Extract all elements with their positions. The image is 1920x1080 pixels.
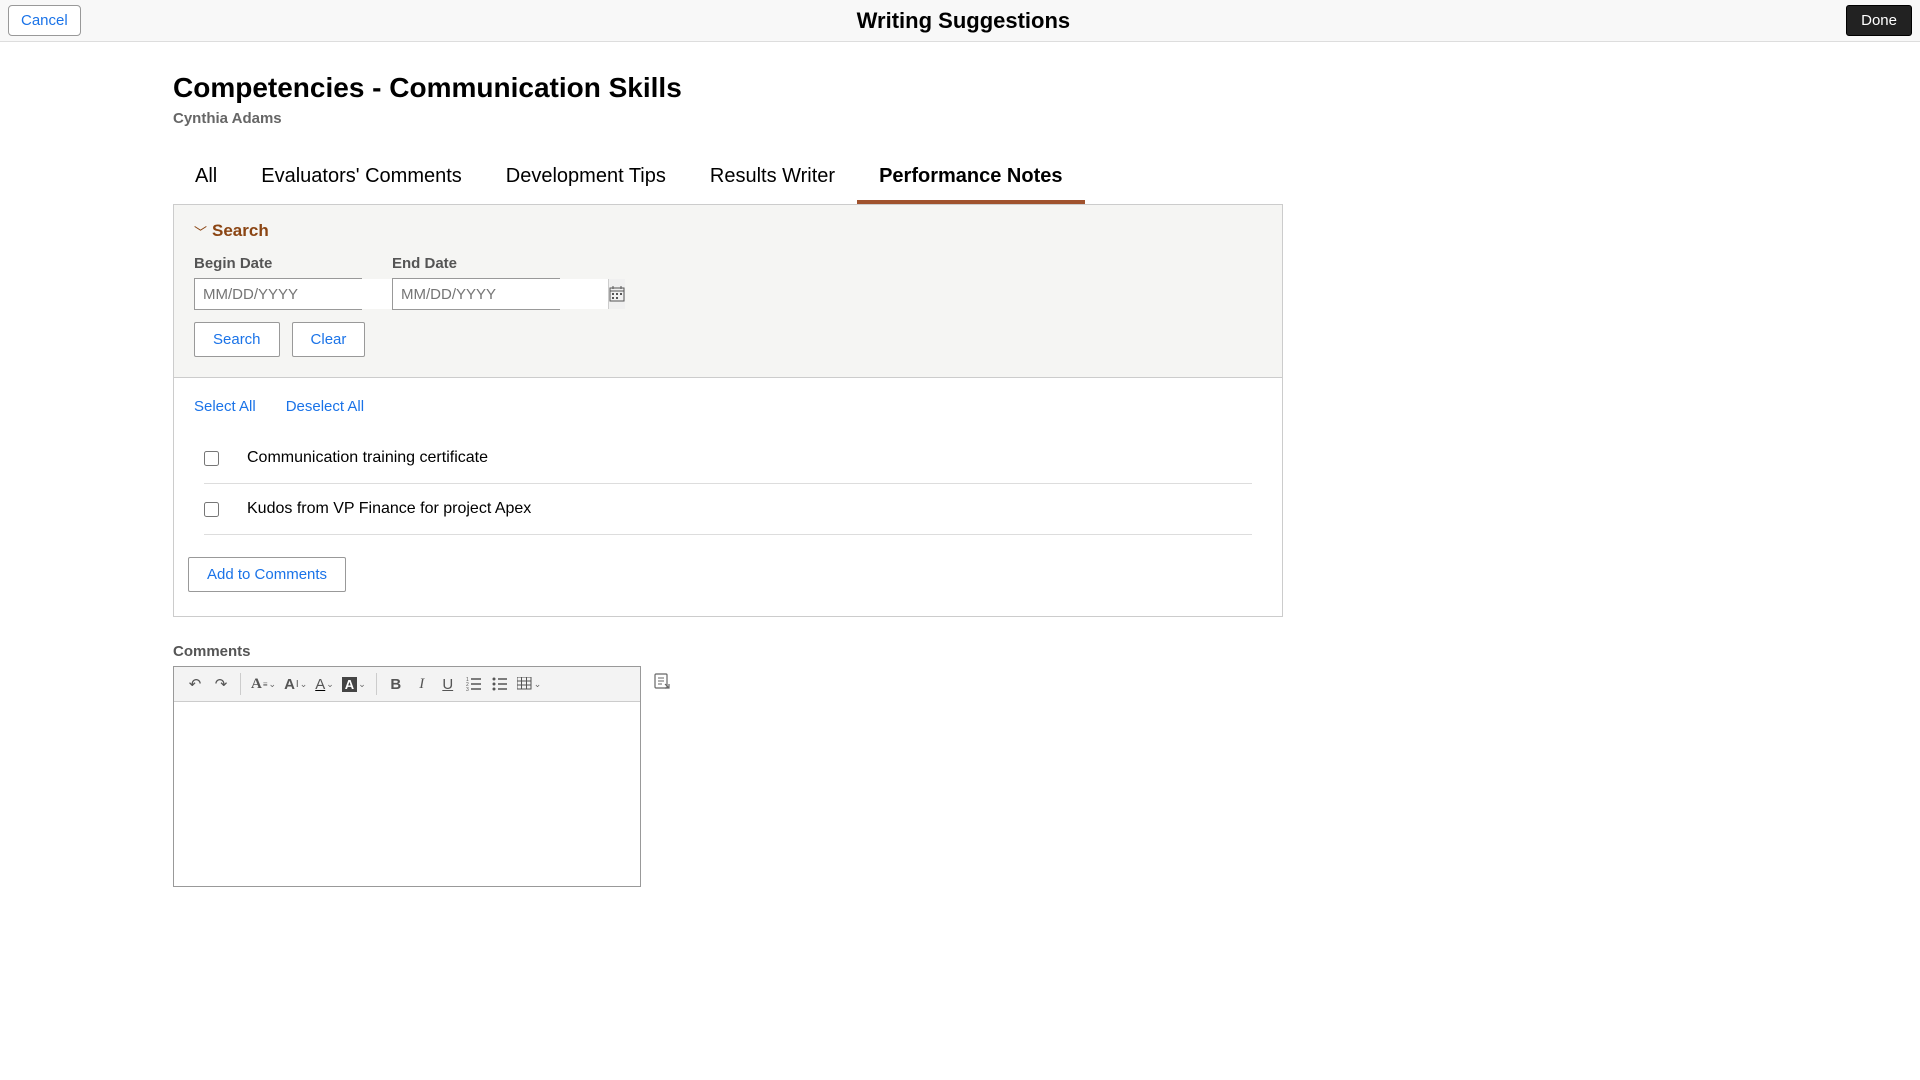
list-item: Communication training certificate bbox=[204, 433, 1252, 484]
deselect-all-link[interactable]: Deselect All bbox=[286, 398, 364, 415]
tab-results-writer[interactable]: Results Writer bbox=[688, 153, 857, 204]
tab-all[interactable]: All bbox=[173, 153, 239, 204]
expand-editor-icon[interactable] bbox=[653, 672, 671, 695]
rich-text-editor: ↶ ↷ A≡ ⌄ AI ⌄ A ⌄ A ⌄ B I U bbox=[173, 666, 641, 887]
toolbar-separator bbox=[376, 673, 377, 695]
font-color-dropdown[interactable]: A ⌄ bbox=[313, 671, 336, 697]
begin-date-label: Begin Date bbox=[194, 255, 362, 272]
performance-notes-panel: ﹀ Search Begin Date End Date bbox=[173, 204, 1283, 617]
tabs-bar: All Evaluators' Comments Development Tip… bbox=[173, 153, 1453, 204]
page-subtitle: Cynthia Adams bbox=[173, 110, 1453, 127]
table-dropdown[interactable]: ⌄ bbox=[515, 671, 544, 697]
undo-icon[interactable]: ↶ bbox=[184, 671, 206, 697]
search-toggle[interactable]: ﹀ Search bbox=[194, 221, 1262, 241]
end-date-input[interactable] bbox=[393, 279, 608, 309]
cancel-button[interactable]: Cancel bbox=[8, 5, 81, 36]
item-text: Kudos from VP Finance for project Apex bbox=[247, 500, 531, 518]
underline-icon[interactable]: U bbox=[437, 671, 459, 697]
done-button[interactable]: Done bbox=[1846, 5, 1912, 36]
clear-button[interactable]: Clear bbox=[292, 322, 366, 357]
bold-icon[interactable]: B bbox=[385, 671, 407, 697]
calendar-icon bbox=[609, 286, 625, 302]
item-checkbox[interactable] bbox=[204, 502, 219, 517]
page-title: Competencies - Communication Skills bbox=[173, 72, 1453, 104]
select-all-link[interactable]: Select All bbox=[194, 398, 256, 415]
numbered-list-icon[interactable]: 123 bbox=[463, 671, 485, 697]
modal-title: Writing Suggestions bbox=[857, 8, 1070, 34]
redo-icon[interactable]: ↷ bbox=[210, 671, 232, 697]
tab-performance-notes[interactable]: Performance Notes bbox=[857, 153, 1084, 204]
comments-section: Comments ↶ ↷ A≡ ⌄ AI ⌄ A ⌄ A ⌄ bbox=[173, 643, 1283, 887]
editor-toolbar: ↶ ↷ A≡ ⌄ AI ⌄ A ⌄ A ⌄ B I U bbox=[174, 667, 640, 702]
tab-evaluators-comments[interactable]: Evaluators' Comments bbox=[239, 153, 484, 204]
tab-development-tips[interactable]: Development Tips bbox=[484, 153, 688, 204]
add-to-comments-button[interactable]: Add to Comments bbox=[188, 557, 346, 592]
font-family-dropdown[interactable]: A≡ ⌄ bbox=[249, 671, 278, 697]
list-item: Kudos from VP Finance for project Apex bbox=[204, 484, 1252, 535]
notes-list-section: Select All Deselect All Communication tr… bbox=[174, 378, 1282, 616]
end-date-calendar-icon[interactable] bbox=[608, 279, 625, 309]
italic-icon[interactable]: I bbox=[411, 671, 433, 697]
chevron-down-icon: ﹀ bbox=[194, 222, 207, 241]
bullet-list-icon[interactable] bbox=[489, 671, 511, 697]
modal-header: Cancel Writing Suggestions Done bbox=[0, 0, 1920, 42]
highlight-dropdown[interactable]: A ⌄ bbox=[340, 671, 368, 697]
comments-label: Comments bbox=[173, 643, 1283, 660]
comments-textarea[interactable] bbox=[174, 702, 640, 886]
end-date-label: End Date bbox=[392, 255, 560, 272]
item-checkbox[interactable] bbox=[204, 451, 219, 466]
begin-date-input[interactable] bbox=[195, 279, 410, 309]
search-button[interactable]: Search bbox=[194, 322, 280, 357]
search-section: ﹀ Search Begin Date End Date bbox=[174, 205, 1282, 378]
svg-text:3: 3 bbox=[466, 687, 469, 691]
font-size-dropdown[interactable]: AI ⌄ bbox=[282, 671, 309, 697]
search-title: Search bbox=[212, 221, 269, 241]
item-text: Communication training certificate bbox=[247, 449, 488, 467]
toolbar-separator bbox=[240, 673, 241, 695]
